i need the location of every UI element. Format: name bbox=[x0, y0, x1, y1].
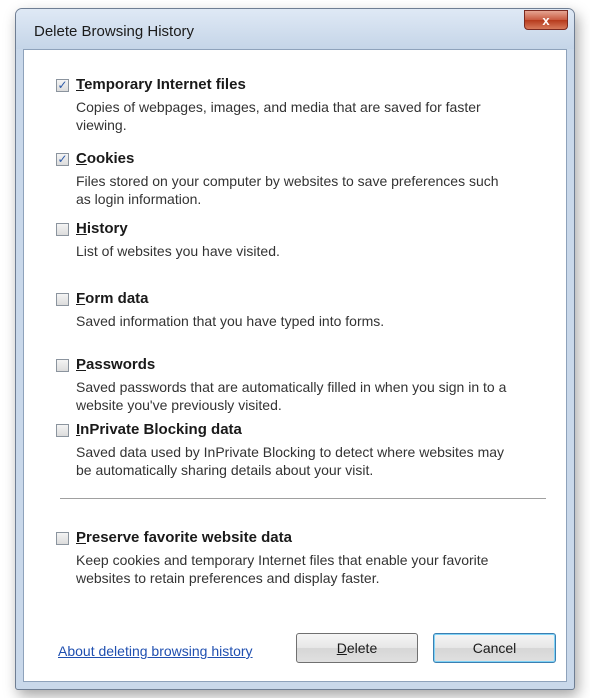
dialog-title: Delete Browsing History bbox=[34, 23, 195, 40]
cookies-label[interactable]: Cookies bbox=[76, 150, 134, 167]
temporary-internet-files-label[interactable]: Temporary Internet files bbox=[76, 76, 246, 93]
cookies-checkbox[interactable]: ✓ bbox=[56, 153, 69, 166]
inprivate-blocking-data-label[interactable]: InPrivate Blocking data bbox=[76, 421, 242, 438]
inprivate-blocking-data-checkbox[interactable]: ✓ bbox=[56, 424, 69, 437]
form-data-label[interactable]: Form data bbox=[76, 290, 149, 307]
delete-browsing-history-dialog: Delete Browsing History x ✓ Temporary In… bbox=[15, 8, 575, 690]
history-checkbox[interactable]: ✓ bbox=[56, 223, 69, 236]
form-data-checkbox[interactable]: ✓ bbox=[56, 293, 69, 306]
close-icon: x bbox=[542, 12, 550, 28]
about-deleting-browsing-history-link[interactable]: About deleting browsing history bbox=[58, 643, 253, 659]
temporary-internet-files-description: Copies of webpages, images, and media th… bbox=[76, 99, 481, 133]
form-data-description: Saved information that you have typed in… bbox=[76, 313, 385, 329]
history-label[interactable]: History bbox=[76, 220, 128, 237]
cancel-button[interactable]: Cancel bbox=[433, 633, 556, 663]
separator bbox=[60, 498, 546, 499]
preserve-favorite-website-data-checkbox[interactable]: ✓ bbox=[56, 532, 69, 545]
passwords-label[interactable]: Passwords bbox=[76, 356, 155, 373]
close-button[interactable]: x bbox=[524, 10, 568, 30]
dialog-body: ✓ Temporary Internet files Copies of web… bbox=[23, 49, 567, 682]
preserve-favorite-website-data-description: Keep cookies and temporary Internet file… bbox=[76, 552, 489, 586]
title-bar[interactable]: Delete Browsing History x bbox=[16, 9, 574, 49]
preserve-favorite-website-data-label[interactable]: Preserve favorite website data bbox=[76, 529, 292, 546]
temporary-internet-files-checkbox[interactable]: ✓ bbox=[56, 79, 69, 92]
passwords-description: Saved passwords that are automatically f… bbox=[76, 379, 507, 413]
history-description: List of websites you have visited. bbox=[76, 243, 280, 259]
cookies-description: Files stored on your computer by website… bbox=[76, 173, 499, 207]
delete-button[interactable]: Delete bbox=[296, 633, 418, 663]
passwords-checkbox[interactable]: ✓ bbox=[56, 359, 69, 372]
inprivate-blocking-data-description: Saved data used by InPrivate Blocking to… bbox=[76, 444, 505, 478]
